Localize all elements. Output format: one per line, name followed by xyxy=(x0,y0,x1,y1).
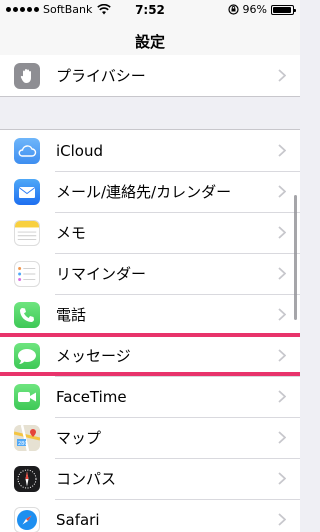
mail-icon xyxy=(14,179,40,205)
chevron-right-icon xyxy=(278,513,286,526)
chevron-right-icon xyxy=(278,144,286,157)
settings-row-maps[interactable]: 280 マップ xyxy=(0,417,300,458)
chevron-right-icon xyxy=(278,472,286,485)
settings-row-compass[interactable]: コンパス xyxy=(0,458,300,499)
settings-row-label: コンパス xyxy=(56,470,117,488)
settings-row-label: メモ xyxy=(56,224,87,242)
settings-row-label: FaceTime xyxy=(56,387,127,406)
settings-row-reminders[interactable]: リマインダー xyxy=(0,253,300,294)
battery-fill xyxy=(273,6,292,13)
maps-icon: 280 xyxy=(14,425,40,451)
battery-icon xyxy=(271,4,296,15)
chevron-right-icon xyxy=(278,226,286,239)
facetime-icon xyxy=(14,384,40,410)
settings-row-icloud[interactable]: iCloud xyxy=(0,130,300,171)
settings-row-mail[interactable]: メール/連絡先/カレンダー xyxy=(0,171,300,212)
carrier-name: SoftBank xyxy=(43,3,93,16)
battery-percent: 96% xyxy=(242,3,267,16)
settings-row-label: リマインダー xyxy=(56,265,147,283)
signal-strength-icon xyxy=(6,7,39,12)
highlight-line-bottom xyxy=(0,372,300,376)
chevron-right-icon xyxy=(278,431,286,444)
settings-row-phone[interactable]: 電話 xyxy=(0,294,300,335)
highlight-line-top xyxy=(0,333,300,337)
chevron-right-icon xyxy=(278,349,286,362)
phone-icon xyxy=(14,302,40,328)
notes-icon xyxy=(14,220,40,246)
status-left: SoftBank xyxy=(6,3,112,16)
chevron-right-icon xyxy=(278,390,286,403)
scroll-indicator[interactable] xyxy=(294,195,297,320)
settings-row-safari[interactable]: Safari xyxy=(0,499,300,532)
apps-section: iCloud メール/連絡先/カレンダー メモ リマインダー 電話 メッセージ … xyxy=(0,129,300,532)
safari-icon xyxy=(14,507,40,532)
chevron-right-icon xyxy=(278,267,286,280)
compass-icon xyxy=(14,466,40,492)
settings-row-notes[interactable]: メモ xyxy=(0,212,300,253)
messages-icon xyxy=(14,343,40,369)
hand-icon xyxy=(14,63,40,89)
settings-row-label: メール/連絡先/カレンダー xyxy=(56,183,232,201)
settings-row-label: 電話 xyxy=(56,306,87,324)
chevron-right-icon xyxy=(278,185,286,198)
settings-row-label: プライバシー xyxy=(56,67,146,85)
settings-row-label: iCloud xyxy=(56,141,104,160)
reminders-icon xyxy=(14,261,40,287)
settings-row-label: マップ xyxy=(56,429,102,447)
settings-row-privacy[interactable]: プライバシー xyxy=(0,55,300,96)
settings-row-messages[interactable]: メッセージ xyxy=(0,335,300,376)
rotation-lock-icon xyxy=(227,4,239,15)
chevron-right-icon xyxy=(278,69,286,82)
cloud-icon xyxy=(14,138,40,164)
privacy-section: プライバシー xyxy=(0,55,300,97)
wifi-icon xyxy=(97,4,112,15)
settings-row-facetime[interactable]: FaceTime xyxy=(0,376,300,417)
settings-row-label: メッセージ xyxy=(56,347,131,365)
settings-row-label: Safari xyxy=(56,510,100,529)
page-title: 設定 xyxy=(134,33,165,51)
svg-text:280: 280 xyxy=(18,441,28,447)
status-right: 96% xyxy=(227,3,296,16)
status-bar: SoftBank 7:52 96% xyxy=(0,0,300,20)
chevron-right-icon xyxy=(278,308,286,321)
